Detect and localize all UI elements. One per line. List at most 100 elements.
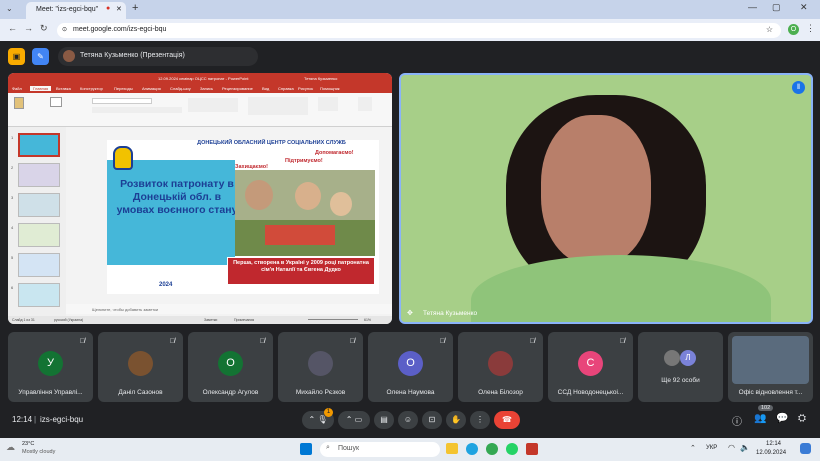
ppt-tab-picture[interactable]: Рисунок	[298, 86, 313, 91]
raise-hand-button[interactable]: ✋	[446, 411, 466, 429]
activities-panel-icon[interactable]: ⛭	[798, 413, 806, 424]
url-text: meet.google.com/izs-egci-bqu	[73, 26, 167, 33]
slide-thumbnail[interactable]	[18, 163, 60, 187]
participant-tile[interactable]: 🎙̸ Даніл Сазонов	[98, 332, 183, 402]
slide-thumbnail[interactable]	[18, 283, 60, 307]
more-options-button[interactable]: ⋮	[470, 411, 490, 429]
slide-thumbnail[interactable]	[18, 193, 60, 217]
language-indicator[interactable]: УКР	[706, 445, 717, 451]
people-icon[interactable]: 👥	[754, 413, 766, 424]
participant-tile[interactable]: 🎙̸ Михайло Рєзков	[278, 332, 363, 402]
tab-close-icon[interactable]: ✕	[116, 5, 122, 13]
annotate-icon[interactable]: ✎	[32, 48, 49, 65]
participant-tile[interactable]: 🎙̸ О Олена Наумова	[368, 332, 453, 402]
status-notes-button[interactable]: Заметки	[204, 318, 217, 322]
ppt-tab-animation[interactable]: Анимация	[142, 86, 161, 91]
window-minimize-icon[interactable]: —	[748, 2, 757, 12]
designer-icon[interactable]	[358, 97, 372, 111]
captions-button[interactable]: ▤	[374, 411, 394, 429]
ppt-tab-file[interactable]: Файл	[12, 86, 22, 91]
slide-thumbnail[interactable]	[18, 133, 60, 157]
participant-tile[interactable]: 🎙̸ С ССД Новодонецькоі...	[548, 332, 633, 402]
avatar: С	[578, 351, 603, 376]
participant-tile[interactable]: 🎙̸ Олена Білозор	[458, 332, 543, 402]
current-slide[interactable]: ДОНЕЦЬКИЙ ОБЛАСНИЙ ЦЕНТР СОЦІАЛЬНИХ СЛУЖ…	[107, 140, 379, 294]
powerpoint-icon[interactable]	[526, 443, 538, 455]
ppt-tab-home[interactable]: Главная	[30, 86, 52, 91]
clock-date[interactable]: 12.09.2024	[756, 450, 786, 456]
file-explorer-icon[interactable]	[446, 443, 458, 454]
emoji-button[interactable]: ☺	[398, 411, 418, 429]
main-speaker-video[interactable]: ⦀ ✥ Тетяна Кузьменко	[399, 73, 813, 324]
volume-icon[interactable]: 🔈	[740, 443, 750, 452]
shared-screen-powerpoint: 12.09.2024 семінар ОЦСС патронат - Power…	[8, 73, 392, 324]
taskbar-search[interactable]: ⌕ Пошук	[320, 442, 440, 457]
ppt-tab-review[interactable]: Рецензирование	[222, 86, 253, 91]
camera-options-button[interactable]: ⌃ ▭	[338, 411, 370, 429]
weather-icon[interactable]: ☁	[6, 442, 15, 453]
ppt-tab-view[interactable]: Вид	[262, 86, 269, 91]
bookmark-star-icon[interactable]: ☆	[766, 25, 773, 34]
slide-title: Розвиток патронату в Донецькій обл. в ум…	[116, 178, 238, 216]
ppt-tab-design[interactable]: Конструктор	[80, 86, 103, 91]
reload-icon[interactable]: ↻	[40, 23, 48, 34]
ppt-tab-slideshow[interactable]: Слайд-шоу	[170, 86, 191, 91]
notifications-icon[interactable]	[800, 443, 811, 454]
mic-off-icon: 🎙̸	[259, 338, 265, 345]
zoom-slider[interactable]	[308, 319, 358, 320]
status-comments-button[interactable]: Примечания	[234, 318, 254, 322]
window-close-icon[interactable]: ✕	[800, 2, 808, 13]
meeting-info-icon[interactable]: ⓘ	[732, 413, 742, 428]
ppt-tab-transitions[interactable]: Переходы	[114, 86, 133, 91]
pin-icon[interactable]: ✥	[407, 309, 413, 317]
slide-thumbnail[interactable]	[18, 253, 60, 277]
thumb-number: 3	[11, 195, 14, 200]
profile-avatar[interactable]: O	[788, 24, 799, 35]
forward-icon[interactable]: →	[24, 23, 33, 33]
font-controls[interactable]	[92, 98, 152, 104]
browser-menu-icon[interactable]: ⋮	[806, 23, 815, 34]
present-button[interactable]: ⊡	[422, 411, 442, 429]
activities-icon[interactable]: ▣	[8, 48, 25, 65]
status-zoom: 61%	[364, 318, 372, 322]
start-icon[interactable]	[300, 443, 312, 455]
tab-record-icon: ●	[106, 5, 111, 12]
ppt-window-title: 12.09.2024 семінар ОЦСС патронат - Power…	[158, 76, 249, 81]
tray-chevron-icon[interactable]: ⌃	[690, 444, 696, 452]
ppt-status-bar: Слайд 1 из 31 русский (Украина) Заметки …	[8, 316, 392, 324]
ppt-tab-help[interactable]: Справка	[278, 86, 294, 91]
participant-tile[interactable]: 🎙̸ У Управління Управлі...	[8, 332, 93, 402]
shapes-gallery[interactable]	[248, 97, 308, 115]
notes-pane[interactable]: Щелкните, чтобы добавить заметки	[66, 304, 392, 314]
site-info-icon[interactable]: ⊙	[62, 26, 67, 33]
chrome-icon[interactable]	[486, 443, 498, 455]
tab-search-icon[interactable]: ⌄	[6, 4, 13, 13]
edge-icon[interactable]	[466, 443, 478, 455]
address-bar[interactable]: ⊙ meet.google.com/izs-egci-bqu ☆	[57, 23, 781, 38]
paragraph-controls[interactable]	[188, 98, 238, 112]
back-icon[interactable]: ←	[8, 23, 17, 33]
clock-time[interactable]: 12:14	[766, 441, 781, 447]
new-slide-icon[interactable]	[50, 97, 62, 107]
ppt-tab-record[interactable]: Запись	[200, 86, 213, 91]
wifi-icon[interactable]: ◠	[728, 443, 735, 452]
whatsapp-icon[interactable]	[506, 443, 518, 455]
paste-icon[interactable]	[14, 97, 24, 109]
more-participants-tile[interactable]: Л Ще 92 особи	[638, 332, 723, 402]
participant-tile[interactable]: 🎙̸ О Олександр Агулов	[188, 332, 273, 402]
new-tab-icon[interactable]: +	[132, 2, 138, 14]
font-format-row[interactable]	[92, 107, 182, 113]
ppt-tab-insert[interactable]: Вставка	[56, 86, 71, 91]
editing-icon[interactable]	[318, 97, 338, 111]
tab-title: Meet: "izs-egci-bqu"	[36, 6, 99, 13]
leave-call-button[interactable]: ☎	[494, 411, 520, 429]
chat-icon[interactable]: 💬	[776, 413, 788, 424]
participant-tile[interactable]: Офіс відновлення т...	[728, 332, 813, 402]
presenter-chip[interactable]: Тетяна Кузьменко (Презентація)	[58, 47, 258, 66]
slide-year: 2024	[159, 282, 173, 288]
window-maximize-icon[interactable]: ▢	[772, 2, 781, 13]
browser-tab[interactable]: Meet: "izs-egci-bqu" ● ✕	[26, 2, 126, 19]
presenter-avatar	[63, 50, 75, 62]
ppt-tab-assistant[interactable]: Помощник	[320, 86, 340, 91]
slide-thumbnail[interactable]	[18, 223, 60, 247]
